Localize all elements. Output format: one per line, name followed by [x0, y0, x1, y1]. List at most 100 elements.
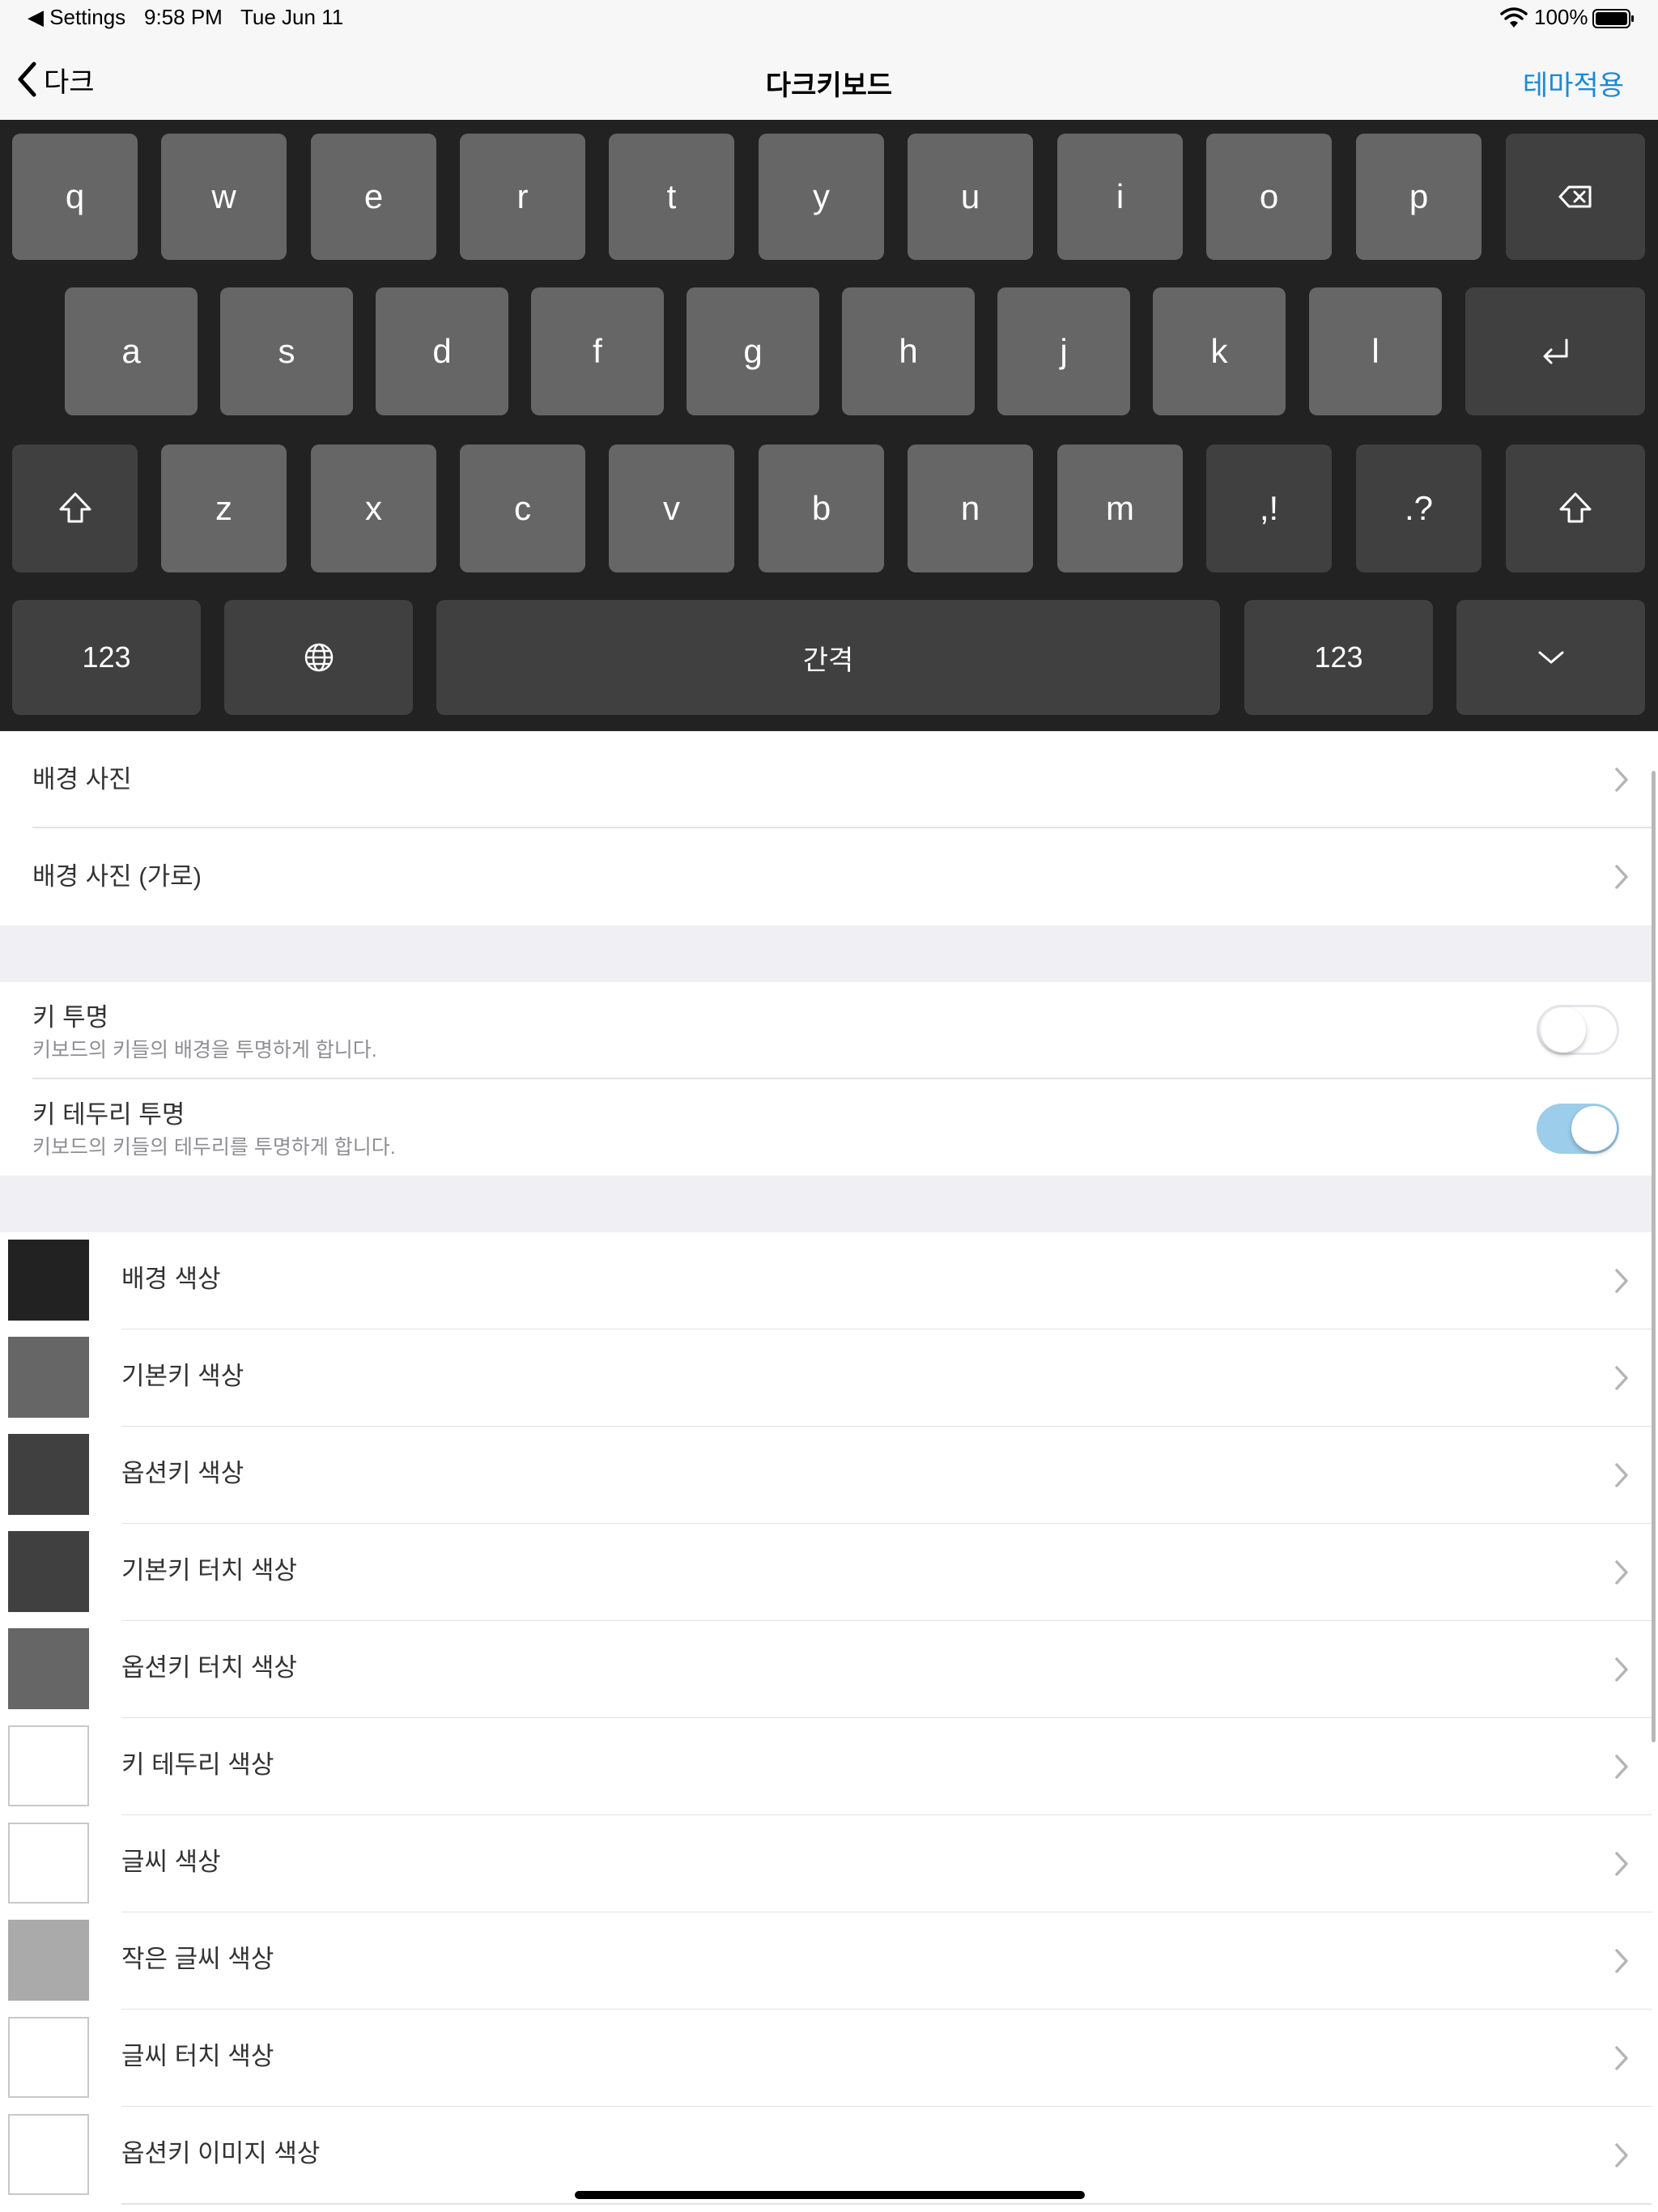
back-to-settings-link[interactable]: ◀ Settings — [28, 5, 125, 30]
globe-icon — [304, 643, 333, 672]
key-u[interactable]: u — [908, 134, 1033, 260]
key-transparent-toggle[interactable] — [1537, 1005, 1619, 1055]
status-date: Tue Jun 11 — [240, 5, 344, 29]
key-p[interactable]: p — [1356, 134, 1482, 260]
color-row-label: 옵션키 이미지 색상 — [121, 2139, 321, 2167]
color-swatch — [8, 1823, 89, 1904]
chevron-right-icon — [1615, 865, 1628, 889]
color-row-label: 기본키 터치 색상 — [121, 1556, 297, 1585]
key-v[interactable]: v — [609, 445, 734, 572]
key-transparent-row: 키 투명 키보드의 키들의 배경을 투명하게 합니다. — [0, 982, 1652, 1078]
navigation-bar: 다크 다크키보드 테마적용 — [0, 39, 1658, 120]
shift-key-right[interactable] — [1506, 445, 1645, 572]
key-e[interactable]: e — [311, 134, 436, 260]
color-row-basic-key-touch[interactable]: 기본키 터치 색상 — [0, 1524, 1652, 1620]
return-key[interactable] — [1465, 287, 1645, 415]
key-border-transparent-label: 키 테두리 투명 — [32, 1100, 185, 1129]
background-photo-row[interactable]: 배경 사진 — [0, 731, 1652, 827]
chevron-right-icon — [1615, 1657, 1628, 1682]
key-i[interactable]: i — [1057, 134, 1183, 260]
chevron-right-icon — [1615, 2046, 1628, 2070]
key-d[interactable]: d — [376, 287, 508, 415]
color-row-text-touch[interactable]: 글씨 터치 색상 — [0, 2010, 1652, 2106]
color-row-basic-key[interactable]: 기본키 색상 — [0, 1329, 1652, 1426]
color-row-label: 옵션키 터치 색상 — [121, 1653, 297, 1682]
numbers-key-right[interactable]: 123 — [1244, 600, 1433, 715]
chevron-right-icon — [1615, 1755, 1628, 1779]
color-swatch — [8, 1434, 89, 1515]
key-k[interactable]: k — [1153, 287, 1286, 415]
color-row-key-border[interactable]: 키 테두리 색상 — [0, 1718, 1652, 1814]
key-transparent-description: 키보드의 키들의 배경을 투명하게 합니다. — [32, 1039, 377, 1061]
color-swatch — [8, 1531, 89, 1612]
key-period-question[interactable]: .? — [1356, 445, 1482, 572]
color-row-label: 배경 색상 — [121, 1265, 221, 1293]
key-border-transparent-toggle[interactable] — [1537, 1104, 1619, 1154]
key-n[interactable]: n — [908, 445, 1033, 572]
home-indicator[interactable] — [575, 2191, 1085, 2199]
color-row-option-key[interactable]: 옵션키 색상 — [0, 1427, 1652, 1523]
key-q[interactable]: q — [12, 134, 138, 260]
shift-icon — [59, 492, 91, 523]
chevron-right-icon — [1615, 768, 1628, 792]
color-row-option-key-touch[interactable]: 옵션키 터치 색상 — [0, 1621, 1652, 1717]
color-row-label: 키 테두리 색상 — [121, 1750, 274, 1779]
color-row-text[interactable]: 글씨 색상 — [0, 1815, 1652, 1912]
toggle-knob — [1571, 1106, 1617, 1151]
color-row-small-text[interactable]: 작은 글씨 색상 — [0, 1912, 1652, 2009]
color-swatch — [8, 1337, 89, 1418]
key-border-transparent-row: 키 테두리 투명 키보드의 키들의 테두리를 투명하게 합니다. — [0, 1079, 1652, 1175]
backspace-icon — [1558, 185, 1592, 208]
key-x[interactable]: x — [311, 445, 436, 572]
chevron-right-icon — [1615, 1949, 1628, 1973]
backspace-key[interactable] — [1506, 134, 1645, 260]
color-row-option-key-image[interactable]: 옵션키 이미지 색상 — [0, 2107, 1652, 2203]
key-comma-exclaim[interactable]: ,! — [1206, 445, 1332, 572]
background-photo-landscape-label: 배경 사진 (가로) — [32, 862, 202, 891]
chevron-right-icon — [1615, 1560, 1628, 1585]
key-g[interactable]: g — [687, 287, 819, 415]
key-o[interactable]: o — [1206, 134, 1332, 260]
color-row-background[interactable]: 배경 색상 — [0, 1232, 1652, 1329]
shift-icon — [1559, 492, 1592, 523]
battery-percentage: 100% — [1534, 5, 1588, 29]
chevron-right-icon — [1615, 1366, 1628, 1390]
key-r[interactable]: r — [460, 134, 585, 260]
section-gap — [0, 1176, 1652, 1232]
return-icon — [1543, 338, 1568, 364]
shift-key-left[interactable] — [12, 445, 138, 572]
key-j[interactable]: j — [997, 287, 1130, 415]
key-t[interactable]: t — [609, 134, 734, 260]
key-f[interactable]: f — [531, 287, 664, 415]
key-l[interactable]: l — [1309, 287, 1442, 415]
chevron-right-icon — [1615, 1463, 1628, 1487]
dismiss-keyboard-key[interactable] — [1456, 600, 1645, 715]
key-h[interactable]: h — [842, 287, 975, 415]
key-y[interactable]: y — [759, 134, 884, 260]
color-swatch — [8, 1920, 89, 2001]
color-row-label: 작은 글씨 색상 — [121, 1945, 274, 1973]
color-swatch — [8, 1725, 89, 1806]
chevron-right-icon — [1615, 1852, 1628, 1876]
key-a[interactable]: a — [65, 287, 198, 415]
status-bar: ◀ Settings 9:58 PM Tue Jun 11 100% — [0, 0, 1658, 39]
background-photo-landscape-row[interactable]: 배경 사진 (가로) — [0, 828, 1652, 925]
key-z[interactable]: z — [161, 445, 287, 572]
space-key[interactable]: 간격 — [436, 600, 1220, 715]
status-time: 9:58 PM — [144, 5, 223, 29]
numbers-key-left[interactable]: 123 — [12, 600, 201, 715]
wifi-icon — [1500, 7, 1528, 28]
chevron-down-icon — [1538, 651, 1563, 664]
scrollbar[interactable] — [1652, 771, 1656, 1742]
key-c[interactable]: c — [460, 445, 585, 572]
battery-icon — [1592, 9, 1634, 28]
globe-key[interactable] — [224, 600, 413, 715]
key-m[interactable]: m — [1057, 445, 1183, 572]
chevron-right-icon — [1615, 1269, 1628, 1293]
key-s[interactable]: s — [220, 287, 353, 415]
color-row-label: 글씨 색상 — [121, 1848, 221, 1876]
key-border-transparent-description: 키보드의 키들의 테두리를 투명하게 합니다. — [32, 1136, 396, 1159]
apply-theme-button[interactable]: 테마적용 — [1523, 63, 1624, 103]
key-b[interactable]: b — [759, 445, 884, 572]
key-w[interactable]: w — [161, 134, 287, 260]
